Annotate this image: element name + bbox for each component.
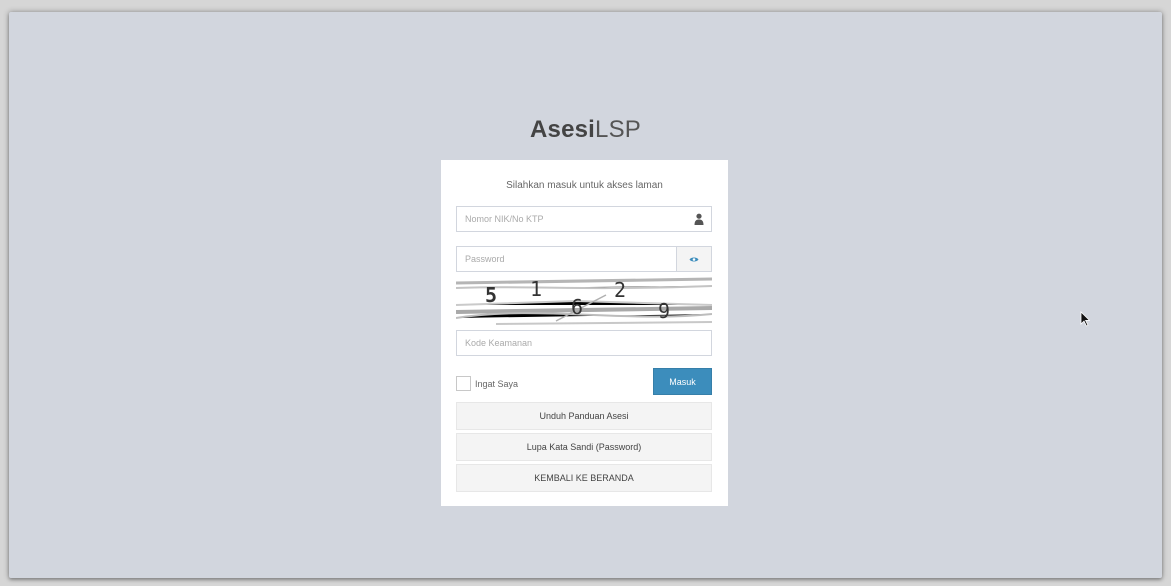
logo-light-text: LSP [595, 116, 641, 143]
captcha-digit: 2 [614, 278, 627, 302]
forgot-password-button[interactable]: Lupa Kata Sandi (Password) [456, 433, 712, 461]
remember-me-checkbox[interactable] [456, 376, 471, 391]
remember-me[interactable]: Ingat Saya [456, 376, 518, 391]
app-logo: AsesiLSP [9, 116, 1162, 144]
captcha-digit: 9 [658, 299, 671, 323]
security-code-field[interactable] [456, 330, 712, 356]
download-guide-button[interactable]: Unduh Panduan Asesi [456, 402, 712, 430]
captcha-image: 5 1 6 2 9 [456, 275, 712, 327]
logo-bold-text: Asesi [529, 116, 596, 143]
password-field[interactable] [456, 246, 712, 272]
app-window: AsesiLSP Silahkan masuk untuk akses lama… [9, 12, 1162, 578]
password-toggle-button[interactable] [676, 247, 711, 271]
captcha-digit: 1 [530, 277, 543, 301]
mouse-pointer-icon [1080, 311, 1090, 327]
login-button[interactable]: Masuk [653, 368, 712, 395]
user-icon [694, 213, 704, 225]
username-field[interactable] [456, 206, 712, 232]
login-box: Silahkan masuk untuk akses laman Nomor N… [441, 160, 728, 506]
captcha-digit: 6 [571, 295, 584, 319]
eye-icon [689, 256, 699, 262]
login-message: Silahkan masuk untuk akses laman [506, 180, 663, 191]
password-input[interactable] [457, 247, 675, 271]
username-input[interactable] [457, 207, 675, 231]
captcha-digit: 5 [485, 283, 498, 307]
back-to-home-button[interactable]: KEMBALI KE BERANDA [456, 464, 712, 492]
security-code-input[interactable] [457, 331, 675, 355]
remember-me-label: Ingat Saya [475, 378, 519, 389]
